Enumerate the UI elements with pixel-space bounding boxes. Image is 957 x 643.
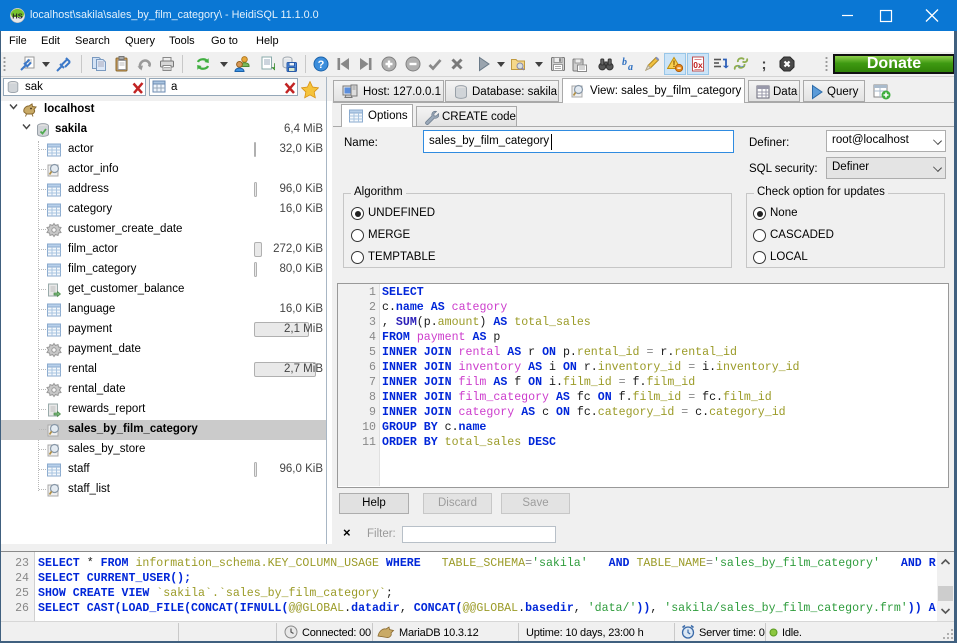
svg-text:HS: HS [12,11,22,20]
svg-text:a: a [628,62,633,72]
svg-text:b: b [622,57,627,68]
svg-text:...: ... [738,62,744,69]
svg-text:0x: 0x [693,60,703,70]
svg-text:?: ? [318,59,325,71]
svg-text:;: ; [762,56,767,72]
